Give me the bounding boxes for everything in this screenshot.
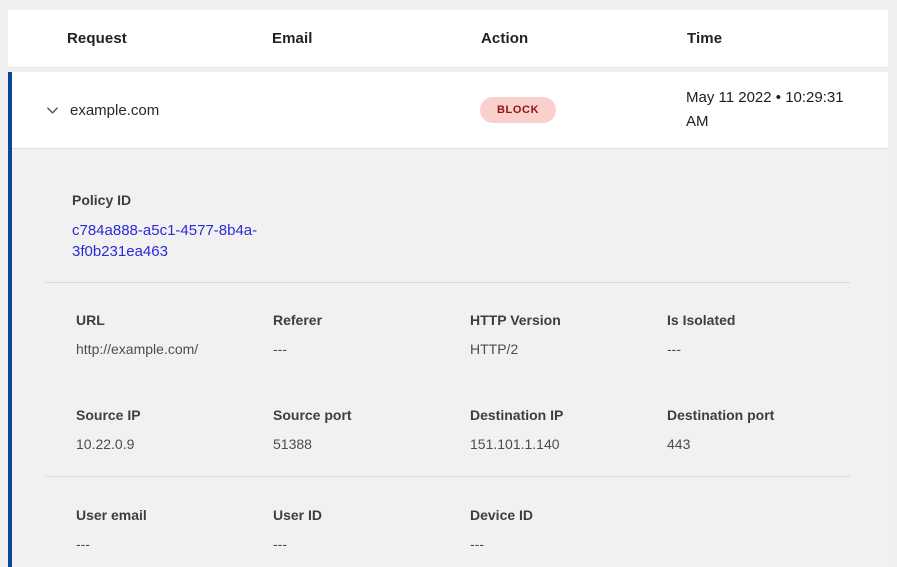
expanded-row-container: example.com BLOCK May 11 2022 • 10:29:31… bbox=[8, 72, 888, 567]
field-value: http://example.com/ bbox=[76, 341, 273, 357]
field-value: --- bbox=[76, 536, 273, 552]
detail-field: HTTP Version HTTP/2 bbox=[470, 312, 667, 357]
field-label: Destination port bbox=[667, 407, 850, 423]
policy-id-label: Policy ID bbox=[72, 192, 850, 208]
column-header-time: Time bbox=[687, 30, 888, 47]
field-value: 443 bbox=[667, 436, 850, 452]
table-header: Request Email Action Time bbox=[8, 10, 888, 68]
detail-row-user: User email --- User ID --- Device ID --- bbox=[45, 507, 850, 552]
detail-field: Destination IP 151.101.1.140 bbox=[470, 407, 667, 452]
time-value: May 11 2022 • 10:29:31 AM bbox=[686, 86, 888, 134]
section-divider bbox=[45, 282, 850, 283]
policy-section: Policy ID c784a888-a5c1-4577-8b4a-3f0b23… bbox=[45, 192, 850, 262]
column-header-email: Email bbox=[272, 30, 481, 47]
field-label: HTTP Version bbox=[470, 312, 667, 328]
action-cell: BLOCK bbox=[480, 97, 686, 123]
detail-field: User ID --- bbox=[273, 507, 470, 552]
detail-field: Source IP 10.22.0.9 bbox=[76, 407, 273, 452]
request-value: example.com bbox=[70, 102, 271, 119]
field-label: Device ID bbox=[470, 507, 667, 523]
request-log-viewer: Request Email Action Time example.com BL… bbox=[0, 0, 897, 567]
detail-field: Source port 51388 bbox=[273, 407, 470, 452]
detail-field: URL http://example.com/ bbox=[76, 312, 273, 357]
field-value: --- bbox=[470, 536, 667, 552]
column-header-action: Action bbox=[481, 30, 687, 47]
field-value: 51388 bbox=[273, 436, 470, 452]
field-label: Source IP bbox=[76, 407, 273, 423]
field-label: Is Isolated bbox=[667, 312, 850, 328]
field-value: --- bbox=[667, 341, 850, 357]
chevron-down-icon bbox=[45, 103, 60, 118]
section-divider bbox=[45, 476, 850, 477]
field-label: User ID bbox=[273, 507, 470, 523]
field-label: URL bbox=[76, 312, 273, 328]
field-label: Source port bbox=[273, 407, 470, 423]
field-value: 151.101.1.140 bbox=[470, 436, 667, 452]
log-row[interactable]: example.com BLOCK May 11 2022 • 10:29:31… bbox=[12, 72, 888, 149]
field-label: User email bbox=[76, 507, 273, 523]
field-value: 10.22.0.9 bbox=[76, 436, 273, 452]
column-header-request: Request bbox=[67, 30, 272, 47]
detail-field: User email --- bbox=[76, 507, 273, 552]
field-label: Destination IP bbox=[470, 407, 667, 423]
field-label: Referer bbox=[273, 312, 470, 328]
detail-field: Is Isolated --- bbox=[667, 312, 850, 357]
detail-field: Destination port 443 bbox=[667, 407, 850, 452]
action-badge: BLOCK bbox=[480, 97, 556, 123]
policy-id-link[interactable]: c784a888-a5c1-4577-8b4a-3f0b231ea463 bbox=[72, 220, 272, 262]
field-value: --- bbox=[273, 536, 470, 552]
detail-field bbox=[667, 507, 850, 552]
detail-row-http: URL http://example.com/ Referer --- HTTP… bbox=[45, 312, 850, 357]
request-detail-panel: Policy ID c784a888-a5c1-4577-8b4a-3f0b23… bbox=[12, 149, 888, 567]
detail-field: Referer --- bbox=[273, 312, 470, 357]
detail-row-network: Source IP 10.22.0.9 Source port 51388 De… bbox=[45, 407, 850, 452]
field-value: HTTP/2 bbox=[470, 341, 667, 357]
detail-field: Device ID --- bbox=[470, 507, 667, 552]
field-value: --- bbox=[273, 341, 470, 357]
collapse-row-button[interactable] bbox=[41, 99, 63, 121]
